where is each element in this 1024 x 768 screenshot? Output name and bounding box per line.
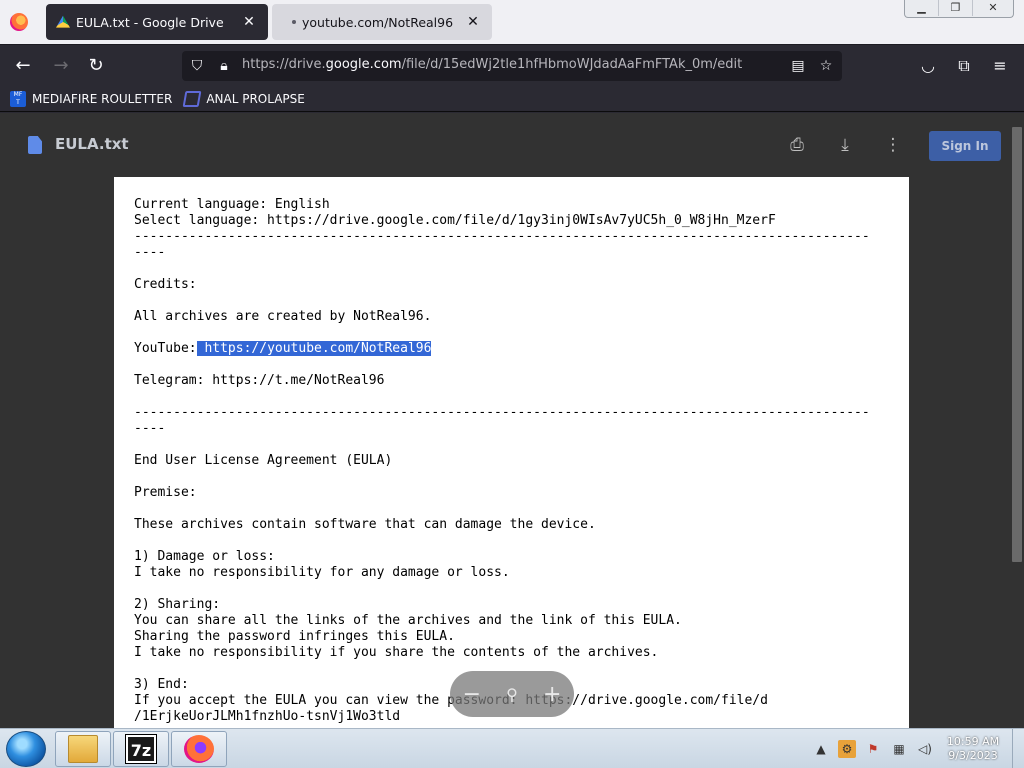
drive-file-viewer: EULA.txt ⎙ ⤓ ⋮ Sign In Current language:… (0, 113, 1024, 728)
tab-title: EULA.txt - Google Drive (76, 14, 224, 30)
tab-youtube[interactable]: youtube.com/NotReal96 ✕ (272, 4, 492, 40)
taskbar-7zip[interactable]: 7z (113, 731, 169, 767)
taskbar-explorer[interactable] (55, 731, 111, 767)
volume-icon[interactable]: ◁) (916, 740, 934, 758)
tab-title: youtube.com/NotReal96 (302, 14, 454, 30)
mediafire-icon: MF T (10, 90, 26, 107)
bookmarks-toolbar: MF T MEDIAFIRE ROULETTER ANAL PROLAPSE (0, 86, 1024, 112)
clock-time: 10:59 AM (946, 735, 1000, 748)
document-title: EULA.txt (55, 135, 129, 153)
close-tab-icon[interactable]: ✕ (462, 14, 484, 30)
firefox-menu-icon[interactable] (10, 13, 28, 31)
back-button[interactable]: ← (10, 53, 36, 79)
clock-date: 9/3/2023 (948, 749, 998, 762)
show-hidden-icons[interactable]: ▲ (812, 740, 830, 758)
firefox-icon (184, 735, 214, 763)
download-icon[interactable]: ⤓ (833, 133, 857, 157)
document-icon (28, 136, 42, 154)
document-text[interactable]: Current language: English Select languag… (134, 197, 889, 725)
reader-view-icon[interactable]: ▤ (788, 56, 808, 76)
tracking-shield-icon[interactable]: ⛉ (187, 56, 207, 76)
pocket-icon[interactable]: ◡ (916, 54, 940, 78)
print-icon[interactable]: ⎙ (785, 133, 809, 157)
reload-button[interactable]: ↻ (83, 53, 109, 79)
app-menu-icon[interactable]: ≡ (988, 54, 1012, 78)
bookmark-label: ANAL PROLAPSE (206, 91, 305, 106)
sevenzip-icon: 7z (125, 734, 157, 764)
zoom-in-button[interactable]: + (543, 682, 561, 707)
selected-text[interactable]: https://youtube.com/NotReal96 (196, 341, 432, 356)
system-tray: ▲ ⚙ ⚑ ▦ ◁) 10:59 AM 9/3/2023 (808, 729, 1024, 768)
bookmark-mediafire[interactable]: MF T MEDIAFIRE ROULETTER (10, 90, 173, 107)
tray-app-icon[interactable]: ⚙ (838, 740, 856, 758)
network-icon[interactable]: ▦ (890, 740, 908, 758)
sign-in-button[interactable]: Sign In (929, 131, 1001, 161)
restore-button[interactable]: ❐ (939, 0, 973, 16)
bookmark-favicon-icon (182, 90, 202, 107)
bookmark-label: MEDIAFIRE ROULETTER (32, 91, 173, 106)
forward-button[interactable]: → (48, 53, 74, 79)
zoom-controls: − ⚲ + (450, 671, 574, 717)
start-button[interactable] (6, 731, 46, 767)
show-desktop-button[interactable] (1012, 729, 1024, 768)
viewer-header: EULA.txt ⎙ ⤓ ⋮ Sign In (0, 113, 1024, 175)
tab-eula[interactable]: EULA.txt - Google Drive ✕ (46, 4, 268, 40)
taskbar: 7z ▲ ⚙ ⚑ ▦ ◁) 10:59 AM 9/3/2023 (0, 728, 1024, 768)
address-bar[interactable]: ⛉ 🔒︎ https://drive.google.com/file/d/15e… (182, 51, 842, 81)
url-text[interactable]: https://drive.google.com/file/d/15edWj2t… (242, 57, 742, 72)
google-drive-icon (56, 15, 70, 28)
zoom-reset-icon[interactable]: ⚲ (506, 685, 518, 704)
window-controls: ▁ ❐ ✕ (904, 0, 1014, 18)
more-options-icon[interactable]: ⋮ (881, 133, 905, 157)
taskbar-firefox[interactable] (171, 731, 227, 767)
zoom-out-button[interactable]: − (463, 682, 481, 707)
extensions-icon[interactable]: ⧉ (952, 54, 976, 78)
close-tab-icon[interactable]: ✕ (238, 14, 260, 30)
lock-icon[interactable]: 🔒︎ (214, 56, 234, 76)
loading-dot-icon (292, 20, 296, 24)
bookmark-second[interactable]: ANAL PROLAPSE (182, 90, 305, 107)
action-center-icon[interactable]: ⚑ (864, 740, 882, 758)
document-page: Current language: English Select languag… (114, 177, 909, 728)
minimize-button[interactable]: ▁ (905, 0, 939, 16)
tab-strip: EULA.txt - Google Drive ✕ youtube.com/No… (0, 0, 1024, 44)
clock[interactable]: 10:59 AM 9/3/2023 (938, 735, 1008, 763)
bookmark-star-icon[interactable]: ☆ (816, 56, 836, 76)
close-window-button[interactable]: ✕ (973, 0, 1013, 16)
viewer-scrollbar[interactable] (1012, 127, 1022, 562)
folder-icon (68, 735, 98, 763)
navigation-toolbar: ← → ↻ ⛉ 🔒︎ https://drive.google.com/file… (0, 44, 1024, 86)
